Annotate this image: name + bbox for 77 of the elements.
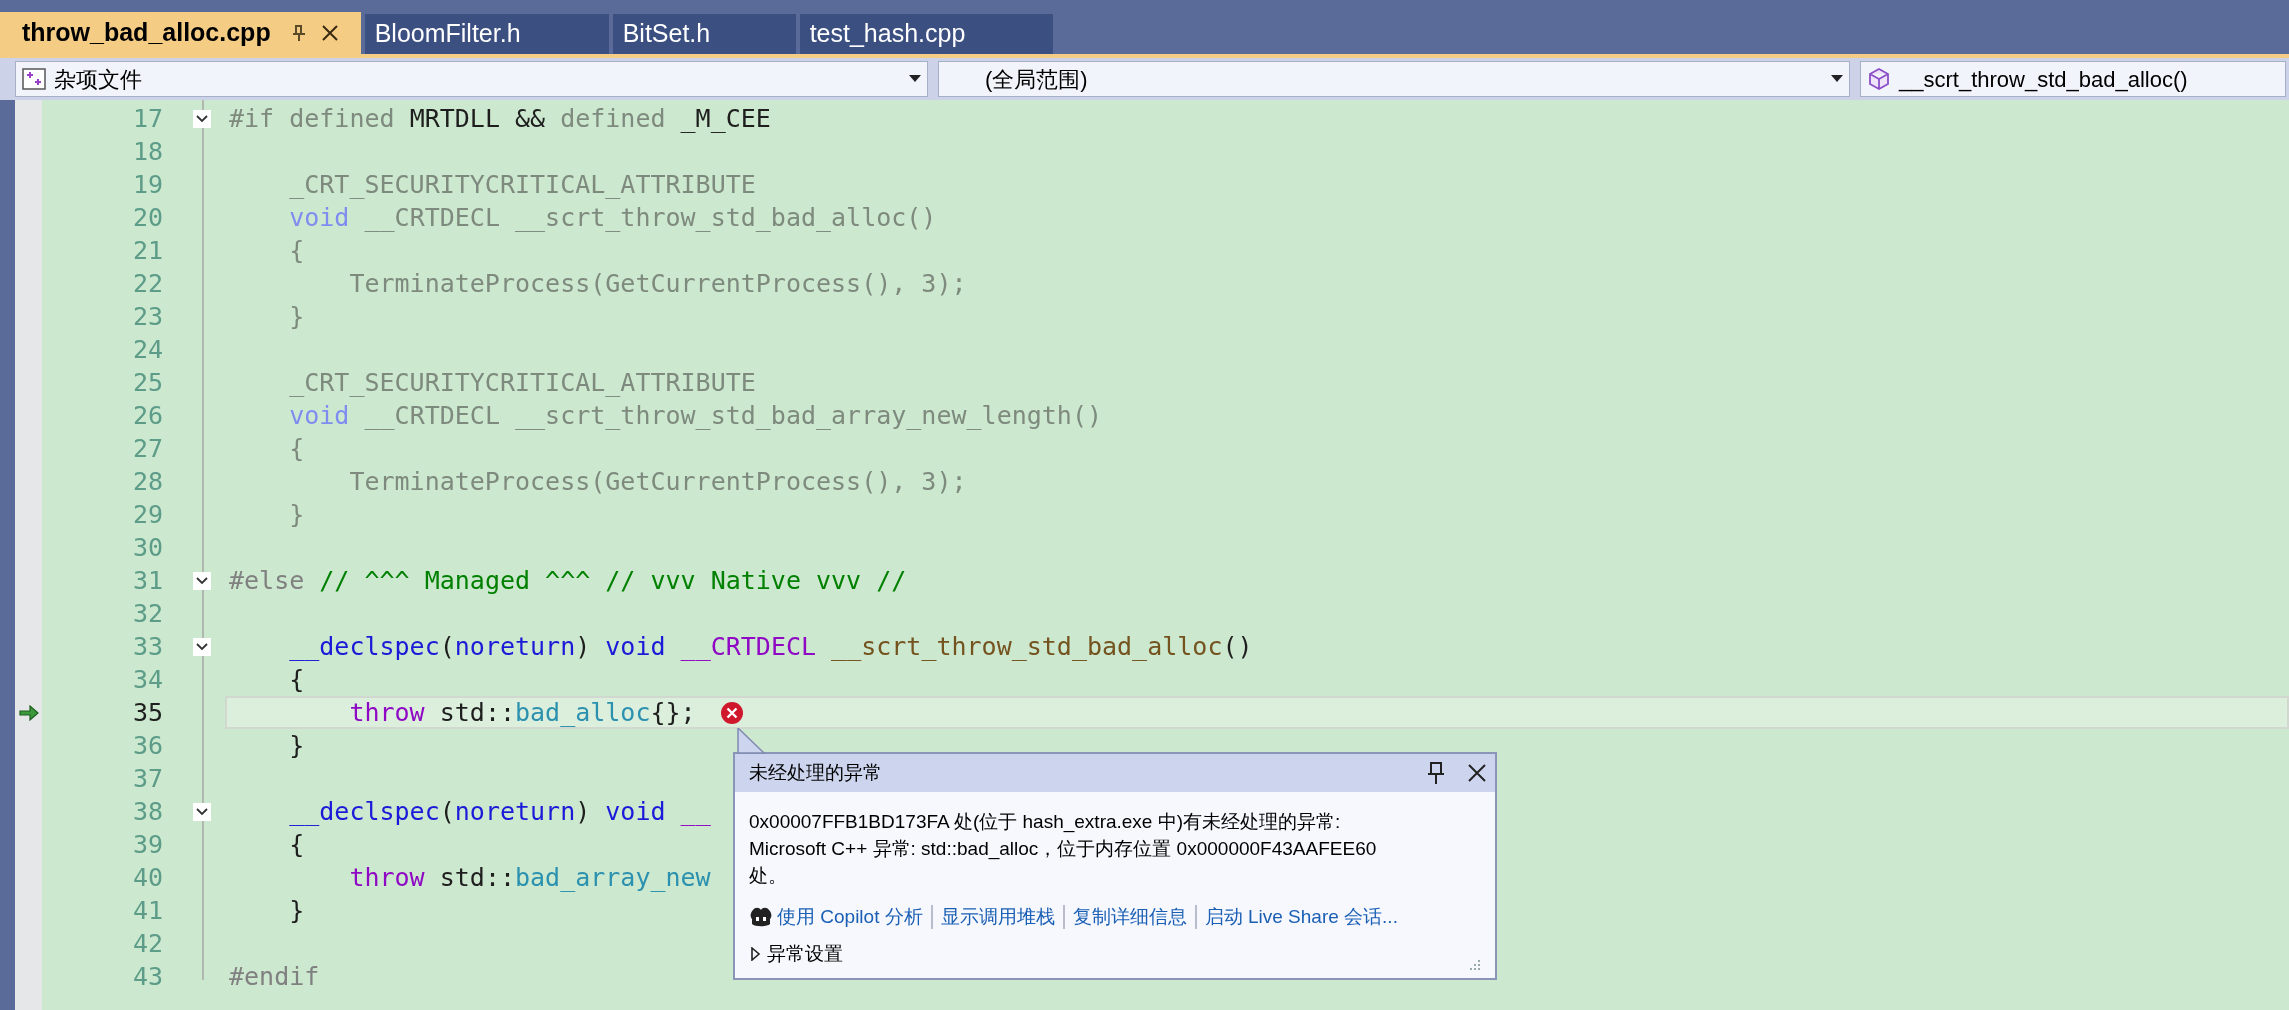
line-number: 33 [131,630,164,663]
resize-grip-icon [1467,958,1481,972]
line-number: 23 [131,300,164,333]
file-tab[interactable]: test_hash.cpp [799,14,1053,54]
exception-settings-toggle[interactable]: 异常设置 [749,939,843,968]
exception-message: 0x00007FFB1BD173FA 处(位于 hash_extra.exe 中)有未经处理的异常: Microsoft C++ 异常: std::bad_alloc，位于内存位置 0x000000F43AAFEE60 处。 [749,810,1378,888]
copilot-icon [749,906,773,929]
file-tab[interactable]: BitSet.h [612,14,796,54]
code-line: #if defined MRTDLL && defined _M_CEE [229,102,771,135]
code-line: { [288,432,305,465]
line-number: 18 [131,135,164,168]
code-line: #endif [229,960,320,993]
file-tab[interactable]: throw_bad_alloc.cpp [0,12,361,54]
code-line: { [288,234,305,267]
caret-icon [749,946,761,961]
code-line: _CRT_SECURITYCRITICAL_ATTRIBUTE [288,168,756,201]
code-line: throw std::bad_alloc{}; [348,696,696,729]
code-line: _CRT_SECURITYCRITICAL_ATTRIBUTE [288,366,756,399]
line-number: 34 [131,663,164,696]
pin-icon[interactable] [290,24,307,42]
line-number: 29 [131,498,164,531]
close-icon[interactable] [1467,763,1487,783]
line-number: 24 [131,333,164,366]
line-number: 37 [131,762,164,795]
line-number: 21 [131,234,164,267]
line-number: 42 [131,927,164,960]
code-line: #else // ^^^ Managed ^^^ // vvv Native vvv // [229,564,907,597]
popup-link[interactable]: 复制详细信息 [1072,903,1187,932]
file-tab[interactable]: BloomFilter.h [364,14,609,54]
line-number: 35 [131,696,164,729]
collapse-icon[interactable] [193,637,211,656]
navigation-dropdown[interactable]: __scrt_throw_std_bad_alloc() [1860,61,2286,97]
cube-icon [1867,67,1891,91]
code-line: } [288,894,305,927]
line-number: 25 [131,366,164,399]
code-line: void __CRTDECL __scrt_throw_std_bad_alloc() [288,201,937,234]
line-number: 39 [131,828,164,861]
line-number: 36 [131,729,164,762]
popup-link[interactable]: 使用 Copilot 分析 [777,903,923,932]
code-line: { [288,663,305,696]
line-number: 27 [131,432,164,465]
code-line: TerminateProcess(GetCurrentProcess(), 3); [348,465,967,498]
line-number: 17 [131,102,164,135]
code-line: TerminateProcess(GetCurrentProcess(), 3); [348,267,967,300]
popup-link[interactable]: 启动 Live Share 会话... [1204,903,1398,932]
code-line: } [288,498,305,531]
popup-link[interactable]: 显示调用堆栈 [940,903,1055,932]
code-line: void __CRTDECL __scrt_throw_std_bad_array_new_length() [288,399,1102,432]
line-number: 43 [131,960,164,993]
code-line: throw std::bad_array_new [348,861,711,894]
navigation-dropdown[interactable]: (全局范围) [938,61,1850,97]
pin-icon[interactable] [1427,761,1445,785]
collapse-icon[interactable] [193,802,211,821]
line-number: 20 [131,201,164,234]
code-line: __declspec(noreturn) void __ [288,795,711,828]
line-number: 40 [131,861,164,894]
line-number: 26 [131,399,164,432]
collapse-icon[interactable] [193,571,211,590]
line-number: 22 [131,267,164,300]
dropdown-arrow-icon [909,75,921,83]
line-number: 38 [131,795,164,828]
close-icon[interactable] [320,24,339,42]
line-number: 28 [131,465,164,498]
code-line: __declspec(noreturn) void __CRTDECL __scrt_throw_std_bad_alloc() [288,630,1253,663]
code-line: { [288,828,305,861]
navigation-dropdown[interactable]: 杂项文件 [15,61,928,97]
collapse-icon[interactable] [193,109,211,128]
dropdown-arrow-icon [1831,75,1843,83]
project-icon [22,68,46,90]
code-line: } [288,729,305,762]
line-number: 31 [131,564,164,597]
line-number: 19 [131,168,164,201]
code-line: } [288,300,305,333]
popup-title: 未经处理的异常 [749,760,883,785]
line-number: 32 [131,597,164,630]
line-number: 30 [131,531,164,564]
line-number: 41 [131,894,164,927]
